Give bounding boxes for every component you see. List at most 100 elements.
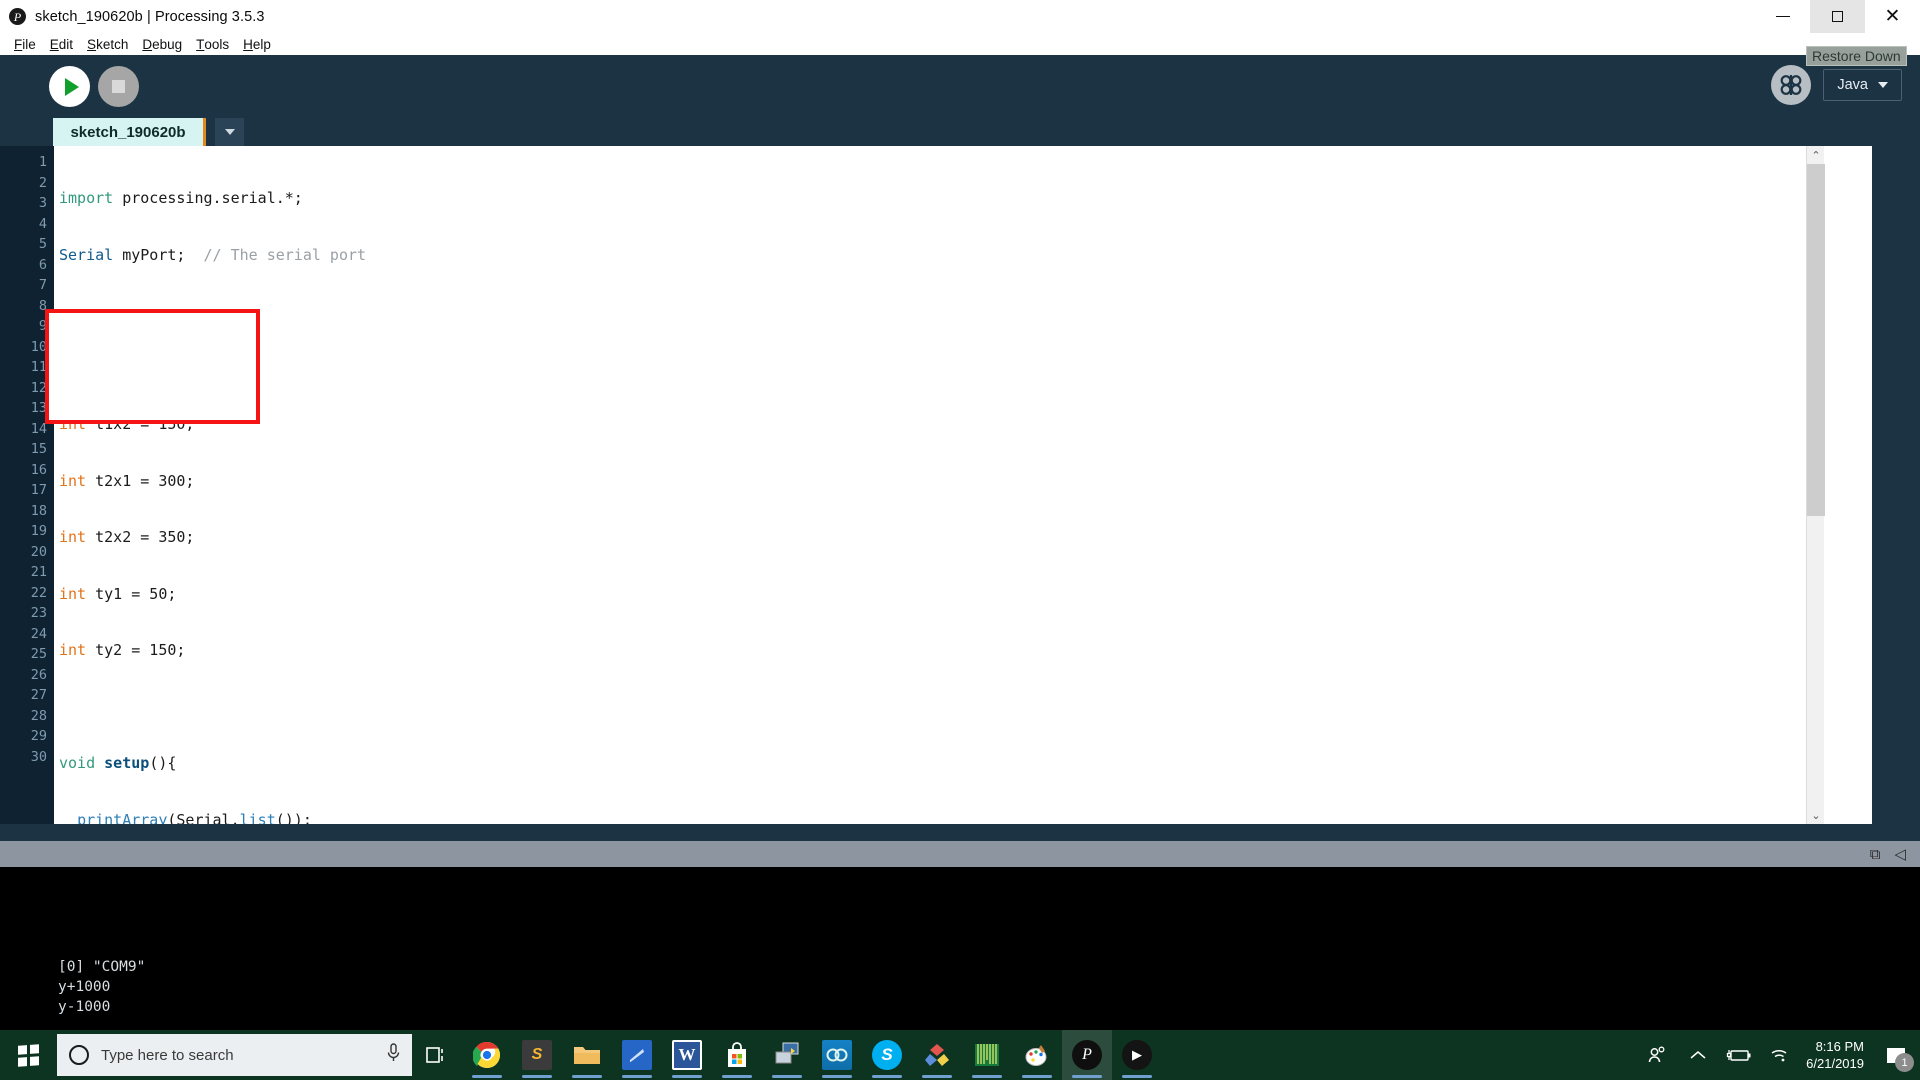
restore-down-button[interactable]	[1810, 0, 1865, 33]
line-number: 11	[30, 359, 47, 375]
people-icon[interactable]	[1636, 1030, 1677, 1080]
minimize-button[interactable]	[1755, 0, 1810, 33]
menu-sketch-mnemonic: S	[87, 36, 97, 52]
code-line: int t1x2 = 150;	[59, 415, 195, 433]
copy-to-clipboard-icon[interactable]: ⧉	[1870, 847, 1881, 862]
menu-help[interactable]: Help	[236, 34, 278, 54]
remote-desktop-icon	[772, 1040, 802, 1070]
taskbar-app-3d-builder[interactable]	[912, 1030, 962, 1080]
scroll-down-icon[interactable]: ⌄	[1807, 806, 1825, 824]
line-number: 2	[38, 174, 47, 191]
notification-count-badge: 1	[1895, 1053, 1914, 1072]
menu-bar: File Edit Sketch Debug Tools Help	[0, 33, 1920, 55]
menu-tools[interactable]: Tools	[189, 34, 236, 54]
chrome-icon	[472, 1040, 502, 1070]
menu-file[interactable]: File	[7, 34, 43, 54]
line-number: 9	[38, 318, 47, 334]
line-number: 20	[30, 543, 47, 560]
running-indicator	[872, 1075, 902, 1078]
taskbar-app-skype[interactable]: S	[862, 1030, 912, 1080]
taskbar-app-processing[interactable]: P	[1062, 1030, 1112, 1080]
window-title: sketch_190620b | Processing 3.5.3	[35, 8, 265, 25]
code-line: int t2x1 = 300;	[59, 471, 195, 490]
code-line: int t2x2 = 350;	[59, 528, 195, 546]
tab-menu-button[interactable]	[215, 118, 244, 146]
collapse-console-icon[interactable]: ◁	[1894, 847, 1906, 862]
task-view-button[interactable]	[412, 1030, 462, 1080]
show-hidden-icons-chevron[interactable]	[1677, 1030, 1718, 1080]
battery-charging-icon[interactable]	[1718, 1030, 1759, 1080]
running-indicator	[772, 1075, 802, 1078]
vertical-scroll-thumb[interactable]	[1807, 164, 1825, 516]
taskbar-app-sublime-text[interactable]: S	[512, 1030, 562, 1080]
code-line: int t1x1 = 100;	[59, 358, 195, 377]
menu-sketch[interactable]: Sketch	[80, 34, 135, 54]
console-output[interactable]: [0] "COM9" y+1000 y-1000	[0, 867, 1920, 1049]
cortana-icon[interactable]	[69, 1045, 89, 1065]
wifi-icon[interactable]	[1759, 1030, 1800, 1080]
running-indicator	[922, 1075, 952, 1078]
desktop-root: P sketch_190620b | Processing 3.5.3 ✕ Fi…	[0, 0, 1920, 1080]
taskbar-app-paint[interactable]	[1012, 1030, 1062, 1080]
menu-file-rest: ile	[22, 36, 36, 52]
console-splitter-bar[interactable]: ⧉ ◁	[0, 841, 1920, 867]
taskbar-app-microsoft-store[interactable]	[712, 1030, 762, 1080]
menu-help-rest: elp	[252, 36, 271, 52]
line-number: 15	[30, 441, 47, 457]
menu-debug-rest: ebug	[152, 36, 183, 52]
taskbar-app-file-explorer[interactable]	[562, 1030, 612, 1080]
menu-debug[interactable]: Debug	[135, 34, 189, 54]
taskbar-app-microsoft-word[interactable]: W	[662, 1030, 712, 1080]
sublime-text-icon: S	[522, 1040, 552, 1070]
notification-center-button[interactable]: 1	[1876, 1030, 1916, 1080]
taskbar-app-google-chrome[interactable]	[462, 1030, 512, 1080]
line-number: 5	[38, 236, 47, 252]
menu-edit-mnemonic: E	[49, 36, 59, 52]
line-number: 16	[30, 461, 47, 478]
taskbar-app-onenote[interactable]	[612, 1030, 662, 1080]
line-number-gutter: 1 2 3 4 5 6 7 8 9 10 11 12 13 14 15 16 17 18 19 20 21 22 23 24 2…	[0, 146, 54, 824]
search-placeholder: Type here to search	[101, 1046, 234, 1064]
editor-vertical-scrollbar[interactable]: ⌃ ⌄	[1806, 146, 1825, 824]
system-tray: 8:16 PM 6/21/2019 1	[1636, 1030, 1920, 1080]
running-indicator	[622, 1075, 652, 1078]
close-button[interactable]: ✕	[1865, 0, 1920, 33]
windows-taskbar: Type here to search S W S P ▶ 8:16 PM 6/…	[0, 1030, 1920, 1080]
running-indicator	[472, 1075, 502, 1078]
processing-butterfly-icon	[1771, 65, 1812, 105]
menu-tools-rest: ools	[204, 36, 230, 52]
menu-edit-rest: dit	[58, 36, 74, 52]
code-editor[interactable]: 1 2 3 4 5 6 7 8 9 10 11 12 13 14 15 16 17 18 19 20 21 22 23 24 2…	[0, 146, 1872, 824]
taskbar-clock[interactable]: 8:16 PM 6/21/2019	[1800, 1038, 1876, 1072]
start-button[interactable]	[0, 1030, 57, 1080]
line-number: 10	[30, 338, 47, 355]
store-bag-icon	[722, 1040, 752, 1070]
taskbar-app-remote-desktop[interactable]	[762, 1030, 812, 1080]
code-line: void setup(){	[59, 754, 177, 772]
tab-sketch-190620b[interactable]: sketch_190620b	[53, 118, 206, 146]
chevron-down-icon	[1878, 82, 1888, 88]
code-text-area[interactable]: import processing.serial.*; Serial myPor…	[54, 146, 1872, 824]
menu-edit[interactable]: Edit	[43, 34, 80, 54]
microphone-icon[interactable]	[387, 1042, 400, 1068]
taskbar-app-teamviewer[interactable]	[812, 1030, 862, 1080]
line-number: 6	[38, 256, 47, 273]
taskbar-search-box[interactable]: Type here to search	[57, 1034, 412, 1076]
line-number: 23	[30, 605, 47, 621]
stop-button[interactable]	[98, 66, 139, 107]
taskbar-app-fritzing[interactable]	[962, 1030, 1012, 1080]
run-button[interactable]	[49, 66, 90, 107]
window-titlebar: P sketch_190620b | Processing 3.5.3 ✕	[0, 0, 1920, 33]
line-number: 28	[30, 707, 47, 724]
line-number: 24	[30, 625, 47, 642]
taskbar-app-media-player[interactable]: ▶	[1112, 1030, 1162, 1080]
scroll-up-icon[interactable]: ⌃	[1807, 146, 1825, 164]
taskbar-app-list: S W S P ▶	[462, 1030, 1162, 1080]
mode-selector[interactable]: Java	[1823, 69, 1902, 101]
line-number: 7	[38, 277, 47, 293]
editor-region: 1 2 3 4 5 6 7 8 9 10 11 12 13 14 15 16 17 18 19 20 21 22 23 24 2…	[0, 146, 1920, 835]
menu-debug-mnemonic: D	[142, 36, 153, 52]
menu-tools-mnemonic: T	[196, 36, 205, 52]
code-line: printArray(Serial.list());	[77, 810, 312, 825]
